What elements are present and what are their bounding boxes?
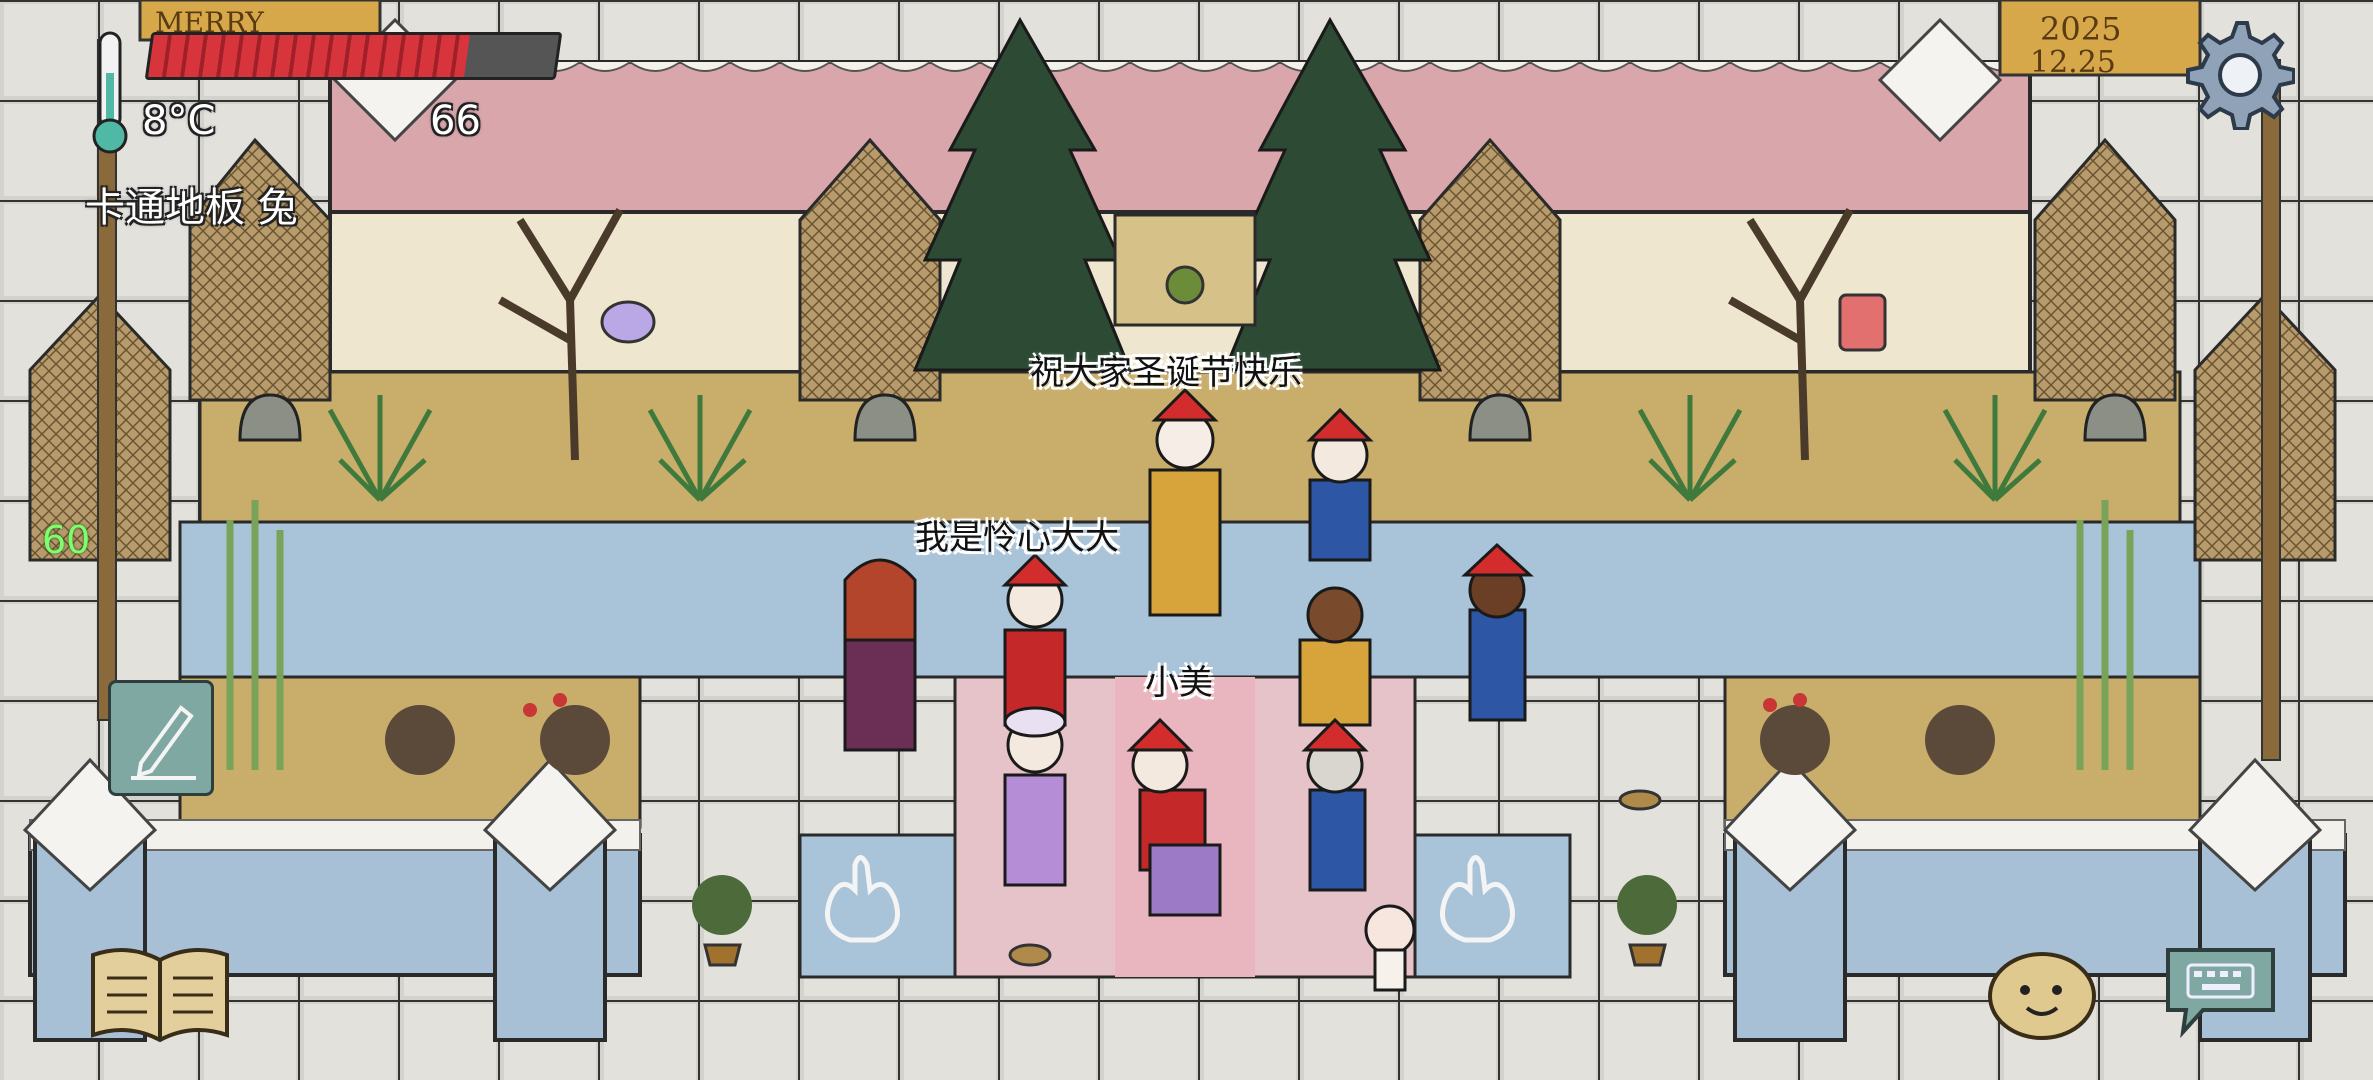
open-book-icon xyxy=(91,948,229,1043)
food-value: 66 xyxy=(430,98,481,144)
journal-button[interactable] xyxy=(85,940,235,1045)
hovered-tile-label: 卡通地板 兔 xyxy=(85,185,298,231)
pink-wall xyxy=(328,60,2032,214)
gear-icon xyxy=(2186,21,2296,131)
edit-button[interactable] xyxy=(108,680,214,796)
basket xyxy=(1008,943,1052,967)
speech-intro: 我是怜心大大 xyxy=(915,518,1119,558)
thermometer-icon xyxy=(85,28,135,158)
sign-year: 2025 xyxy=(2040,10,2121,48)
speech-greeting: 祝大家圣诞节快乐 xyxy=(1030,353,1302,393)
fps-counter: 60 xyxy=(42,518,91,562)
basket xyxy=(1618,789,1662,811)
emote-button[interactable] xyxy=(1985,948,2100,1043)
pencil-icon xyxy=(131,705,196,780)
bunny-tile-left xyxy=(798,833,957,979)
hunger-bar xyxy=(144,32,563,80)
bunny-tile-right xyxy=(1413,833,1572,979)
player-name-tag: 小美 xyxy=(1145,663,1213,703)
chat-keyboard-button[interactable] xyxy=(2158,940,2283,1040)
potato-face-icon xyxy=(1988,952,2096,1040)
keyboard-chat-icon xyxy=(2166,948,2275,1039)
purple-bunny-decoration xyxy=(600,300,656,344)
hunger-bar-fill xyxy=(148,35,470,77)
red-lantern xyxy=(1838,293,1887,352)
temperature-readout: 8°C xyxy=(142,98,216,144)
sign-date: 12.25 xyxy=(2030,45,2116,80)
settings-button[interactable] xyxy=(2180,15,2296,131)
wreath-doorway xyxy=(1113,213,1257,327)
game-world[interactable]: MERRY 2025 12.25 xyxy=(0,0,2373,1080)
